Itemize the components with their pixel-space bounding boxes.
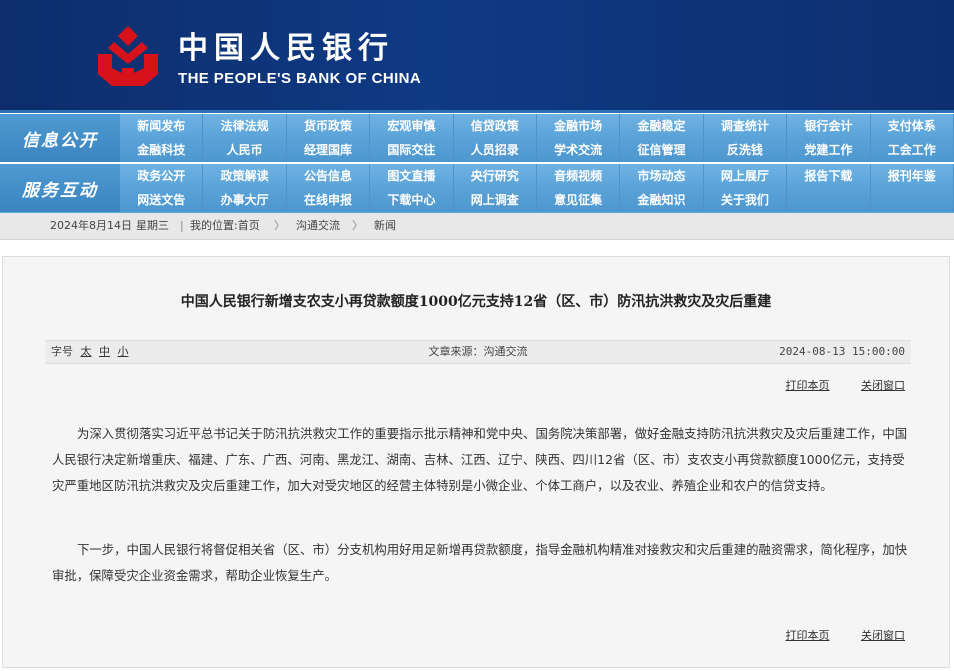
nav-item[interactable]: 金融稳定 [620,114,704,138]
nav-item[interactable]: 网上调查 [453,188,537,212]
nav-item[interactable]: 调查统计 [703,114,788,138]
nav-row: 网送文告 办事大厅 在线申报 下载中心 网上调查 意见征集 金融知识 关于我们 [120,188,954,212]
nav-item[interactable]: 信贷政策 [453,114,537,138]
nav-item[interactable]: 法律法规 [203,114,287,138]
breadcrumb-level2[interactable]: 新闻 [374,213,396,239]
nav-item[interactable]: 金融科技 [120,138,204,162]
breadcrumb-arrow-icon: 〉 [274,219,285,232]
nav-item[interactable]: 意见征集 [536,188,621,212]
nav-item[interactable]: 报刊年鉴 [870,164,954,188]
close-window-link[interactable]: 关闭窗口 [861,629,905,642]
nav-item[interactable]: 征信管理 [620,138,704,162]
breadcrumb-separator: | [180,219,184,232]
bottom-page-actions: 打印本页 关闭窗口 [758,627,906,643]
site-header: 中国人民银行 THE PEOPLE'S BANK OF CHINA [0,0,954,113]
nav-item[interactable]: 关于我们 [703,188,788,212]
top-page-actions: 打印本页 关闭窗口 [758,377,906,393]
nav-item-empty [787,188,871,212]
breadcrumb-arrow-icon: 〉 [352,219,363,232]
nav-item[interactable]: 学术交流 [536,138,621,162]
nav-item[interactable]: 金融知识 [620,188,704,212]
nav-item[interactable]: 人员招录 [453,138,537,162]
nav-item[interactable]: 人民币 [203,138,287,162]
nav-item[interactable]: 经理国库 [286,138,371,162]
nav-item[interactable]: 音频视频 [536,164,621,188]
main-navigation: 信息公开 服务互动 新闻发布 法律法规 货币政策 宏观审慎 信贷政策 金融市场 … [0,114,954,213]
article-paragraph: 为深入贯彻落实习近平总书记关于防汛抗洪救灾工作的重要指示批示精神和党中央、国务院… [52,426,908,493]
nav-item[interactable]: 银行会计 [787,114,871,138]
nav-item[interactable]: 政策解读 [203,164,287,188]
current-weekday: 星期三 [136,219,169,232]
article-datetime: 2024-08-13 15:00:00 [779,345,905,358]
article-meta-bar: 字号 太 中 小 文章来源：沟通交流 2024-08-13 15:00:00 [45,340,911,364]
nav-item[interactable]: 支付体系 [870,114,954,138]
article-container: 中国人民银行新增支农支小再贷款额度1000亿元支持12省（区、市）防汛抗洪救灾及… [2,256,950,668]
nav-item[interactable]: 在线申报 [286,188,371,212]
nav-item[interactable]: 货币政策 [286,114,371,138]
brand-name-en: THE PEOPLE'S BANK OF CHINA [178,70,422,87]
breadcrumb-level1[interactable]: 沟通交流 [296,213,340,239]
breadcrumb: 2024年8月14日 星期三 | 我的位置:首页 〉 沟通交流 〉 新闻 [0,213,954,240]
nav-item[interactable]: 网送文告 [120,188,204,212]
pboc-logo-icon[interactable] [92,24,164,88]
print-page-link[interactable]: 打印本页 [786,629,830,642]
nav-row: 金融科技 人民币 经理国库 国际交往 人员招录 学术交流 征信管理 反洗钱 党建… [120,138,954,162]
nav-item[interactable]: 公告信息 [286,164,371,188]
nav-group-service-interaction: 服务互动 [0,164,120,212]
print-page-link[interactable]: 打印本页 [786,379,830,392]
nav-item[interactable]: 政务公开 [120,164,204,188]
article-paragraph: 下一步，中国人民银行将督促相关省（区、市）分支机构用好用足新增再贷款额度，指导金… [52,542,908,583]
nav-item[interactable]: 国际交往 [370,138,454,162]
nav-block-service: 政务公开 政策解读 公告信息 图文直播 央行研究 音频视频 市场动态 网上展厅 … [120,164,954,212]
nav-item[interactable]: 工会工作 [870,138,954,162]
current-date: 2024年8月14日 [50,219,132,232]
nav-item[interactable]: 党建工作 [787,138,871,162]
nav-item[interactable]: 图文直播 [370,164,454,188]
nav-item[interactable]: 反洗钱 [703,138,788,162]
nav-item[interactable]: 宏观审慎 [370,114,454,138]
nav-item[interactable]: 市场动态 [620,164,704,188]
close-window-link[interactable]: 关闭窗口 [861,379,905,392]
nav-item[interactable]: 下载中心 [370,188,454,212]
article-title: 中国人民银行新增支农支小再贷款额度1000亿元支持12省（区、市）防汛抗洪救灾及… [180,294,772,310]
nav-item-empty [870,188,954,212]
nav-item[interactable]: 办事大厅 [203,188,287,212]
nav-item[interactable]: 央行研究 [453,164,537,188]
brand-name-cn: 中国人民银行 [178,31,394,66]
nav-item[interactable]: 金融市场 [536,114,621,138]
nav-row: 政务公开 政策解读 公告信息 图文直播 央行研究 音频视频 市场动态 网上展厅 … [120,164,954,188]
nav-item[interactable]: 网上展厅 [703,164,788,188]
nav-group-info-public: 信息公开 [0,114,120,162]
nav-item[interactable]: 报告下载 [787,164,871,188]
nav-block-info: 新闻发布 法律法规 货币政策 宏观审慎 信贷政策 金融市场 金融稳定 调查统计 … [120,114,954,162]
nav-row: 新闻发布 法律法规 货币政策 宏观审慎 信贷政策 金融市场 金融稳定 调查统计 … [120,114,954,138]
breadcrumb-home[interactable]: 我的位置:首页 [190,213,260,239]
nav-item[interactable]: 新闻发布 [120,114,204,138]
